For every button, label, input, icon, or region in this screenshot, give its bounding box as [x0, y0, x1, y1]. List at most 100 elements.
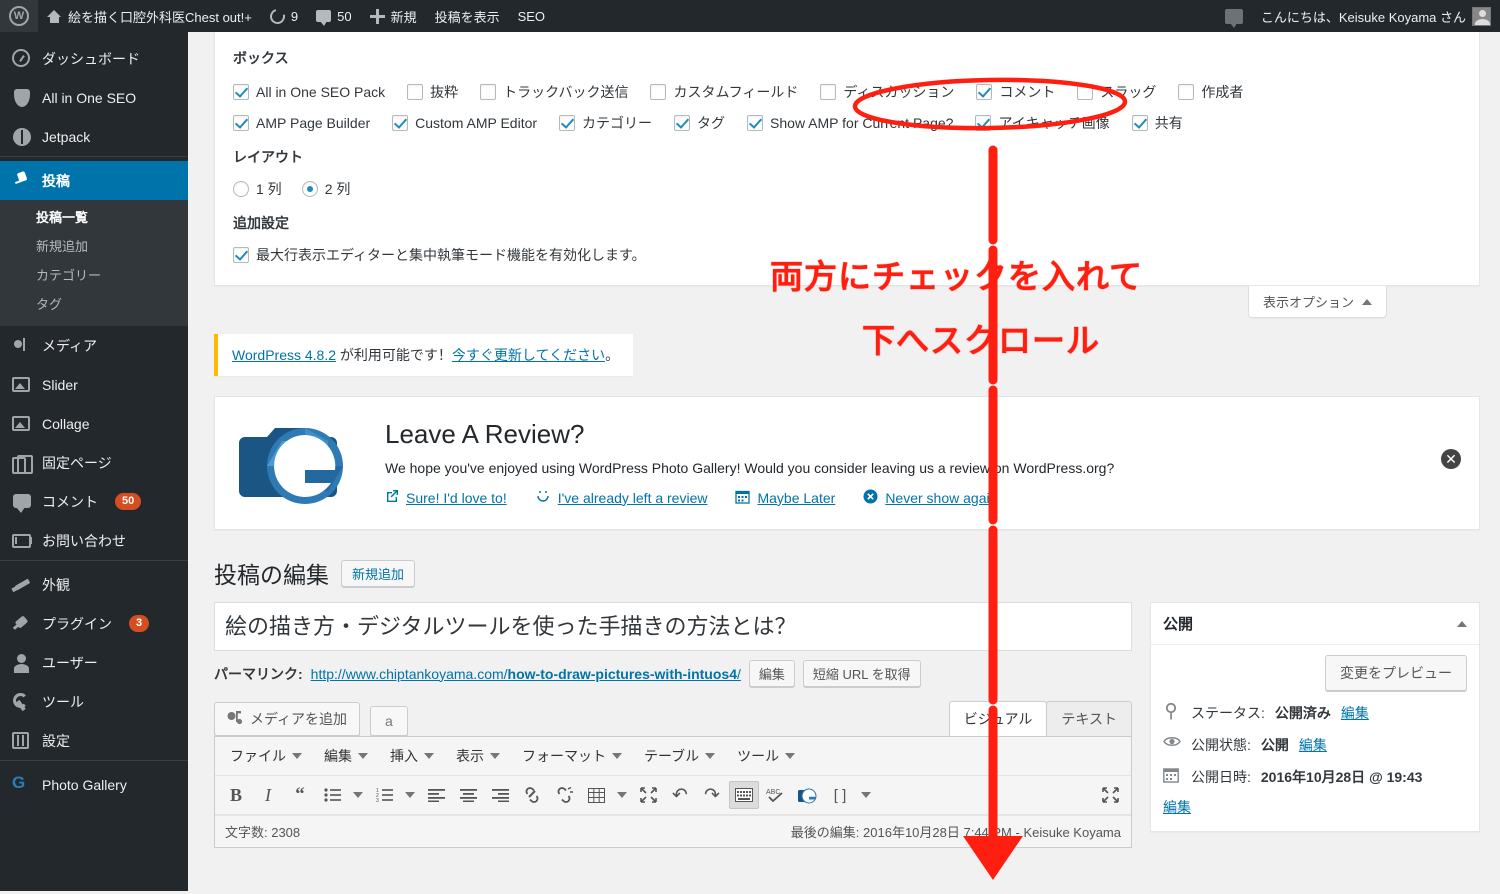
sidebar-item-all-in-one-seo[interactable]: All in One SEO [0, 78, 188, 117]
sidebar-item-media[interactable]: メディア [0, 326, 188, 365]
bullet-list-icon[interactable] [317, 781, 347, 809]
checkbox-slug[interactable]: スラッグ [1077, 82, 1156, 102]
numbered-list-icon[interactable]: 123 [369, 781, 399, 809]
sidebar-item-contact[interactable]: お問い合わせ [0, 521, 188, 560]
menu-view[interactable]: 表示 [445, 742, 511, 770]
sidebar-item-jetpack[interactable]: Jetpack [0, 117, 188, 156]
preview-changes-button[interactable]: 変更をプレビュー [1325, 655, 1467, 691]
radio-two-columns[interactable]: 2 列 [301, 179, 350, 199]
wp-logo-menu[interactable] [0, 0, 38, 32]
checkbox-trackbacks[interactable]: トラックバック送信 [480, 82, 628, 102]
checkbox-tags[interactable]: タグ [674, 113, 725, 133]
sidebar-subitem-all-posts[interactable]: 投稿一覧 [0, 202, 188, 231]
new-content-menu[interactable]: 新規 [361, 0, 426, 32]
checkbox-author[interactable]: 作成者 [1178, 82, 1243, 102]
photo-gallery-icon[interactable] [793, 781, 823, 809]
sidebar-item-appearance[interactable]: 外観 [0, 565, 188, 604]
checkbox-sharing[interactable]: 共有 [1131, 113, 1183, 133]
menu-format[interactable]: フォーマット [511, 742, 633, 770]
checkbox-box[interactable] [233, 115, 249, 131]
edit-permalink-button[interactable]: 編集 [748, 660, 795, 687]
comments-menu[interactable]: 50 [307, 0, 360, 32]
fullscreen-icon[interactable] [633, 781, 663, 809]
blockquote-icon[interactable]: “ [285, 781, 315, 809]
checkbox-box[interactable] [747, 115, 764, 131]
chevron-down-icon[interactable] [401, 781, 419, 809]
sidebar-item-slider[interactable]: Slider [0, 365, 188, 404]
tab-text[interactable]: テキスト [1046, 701, 1132, 736]
align-left-icon[interactable] [421, 781, 451, 809]
screen-options-toggle-button[interactable]: 表示オプション [1247, 286, 1387, 318]
link-icon[interactable] [517, 781, 547, 809]
menu-tools[interactable]: ツール [726, 742, 806, 770]
get-shortlink-button[interactable]: 短縮 URL を取得 [802, 660, 921, 687]
menu-insert[interactable]: 挿入 [379, 742, 445, 770]
publish-date-edit-link[interactable]: 編集 [1163, 797, 1467, 817]
update-version-link[interactable]: WordPress 4.8.2 [232, 347, 336, 363]
checkbox-comments[interactable]: コメント [976, 82, 1055, 102]
sidebar-item-comments[interactable]: コメント 50 [0, 482, 188, 521]
checkbox-excerpt[interactable]: 抜粋 [407, 82, 458, 102]
add-media-button[interactable]: メディアを追加 [214, 702, 361, 736]
status-edit-link[interactable]: 編集 [1341, 703, 1369, 723]
checkbox-box[interactable] [233, 84, 249, 100]
site-name-menu[interactable]: 絵を描く口腔外科医Chest out!+ [38, 0, 261, 32]
sidebar-item-pages[interactable]: 固定ページ [0, 443, 188, 482]
checkbox-box[interactable] [1077, 84, 1094, 100]
italic-icon[interactable]: I [253, 781, 283, 809]
menu-file[interactable]: ファイル [219, 742, 313, 770]
sidebar-item-posts[interactable]: 投稿 [0, 161, 196, 200]
sidebar-item-dashboard[interactable]: ダッシュボード [0, 39, 188, 78]
view-post-link[interactable]: 投稿を表示 [426, 0, 509, 32]
radio-button[interactable] [233, 181, 249, 197]
table-icon[interactable] [581, 781, 611, 809]
sidebar-item-settings[interactable]: 設定 [0, 721, 188, 760]
checkbox-box[interactable] [233, 247, 249, 263]
undo-icon[interactable]: ↶ [665, 781, 695, 809]
distraction-free-icon[interactable] [1095, 781, 1125, 809]
checkbox-box[interactable] [975, 115, 992, 131]
checkbox-box[interactable] [407, 84, 424, 100]
permalink-link[interactable]: http://www.chiptankoyama.com/how-to-draw… [311, 666, 741, 682]
checkbox-all-in-one-seo-pack[interactable]: All in One SEO Pack [233, 84, 385, 100]
sidebar-subitem-add-new[interactable]: 新規追加 [0, 231, 188, 260]
checkbox-box[interactable] [650, 84, 667, 100]
radio-one-column[interactable]: 1 列 [233, 179, 282, 199]
update-now-link[interactable]: 今すぐ更新してください [452, 347, 605, 363]
review-link-never[interactable]: Never show again [863, 489, 997, 507]
checkbox-box[interactable] [559, 115, 576, 131]
review-link-later[interactable]: Maybe Later [735, 489, 835, 507]
chevron-down-icon[interactable] [613, 781, 631, 809]
checkbox-box[interactable] [976, 84, 993, 100]
checkbox-box[interactable] [1178, 84, 1195, 100]
sidebar-subitem-tags[interactable]: タグ [0, 289, 188, 318]
checkbox-discussion[interactable]: ディスカッション [820, 82, 954, 102]
sidebar-item-collage[interactable]: Collage [0, 404, 188, 443]
menu-edit[interactable]: 編集 [313, 742, 379, 770]
visibility-edit-link[interactable]: 編集 [1299, 735, 1327, 755]
radio-button[interactable] [301, 181, 318, 197]
sidebar-item-photo-gallery[interactable]: Photo Gallery [0, 765, 188, 804]
adminbar-comment-bubble[interactable] [1216, 0, 1252, 32]
sidebar-item-tools[interactable]: ツール [0, 682, 188, 721]
checkbox-box[interactable] [392, 115, 409, 131]
amazon-button[interactable]: a [370, 706, 408, 736]
checkbox-custom-fields[interactable]: カスタムフィールド [650, 82, 798, 102]
checkbox-box[interactable] [674, 115, 691, 131]
unlink-icon[interactable] [549, 781, 579, 809]
review-link-sure[interactable]: Sure! I'd love to! [385, 489, 507, 506]
chevron-down-icon[interactable] [857, 781, 875, 809]
checkbox-dfw-editor[interactable]: 最大行表示エディターと集中執筆モード機能を有効化します。 [233, 245, 646, 265]
dismiss-notice-button[interactable]: ✕ [1441, 449, 1461, 469]
align-center-icon[interactable] [453, 781, 483, 809]
redo-icon[interactable]: ↷ [697, 781, 727, 809]
checkbox-box[interactable] [820, 84, 837, 100]
sidebar-subitem-categories[interactable]: カテゴリー [0, 260, 188, 289]
chevron-up-icon[interactable] [1457, 620, 1467, 627]
checkbox-box[interactable] [1131, 115, 1148, 131]
align-right-icon[interactable] [485, 781, 515, 809]
chevron-down-icon[interactable] [349, 781, 367, 809]
post-title-input[interactable] [214, 602, 1132, 651]
sidebar-item-plugins[interactable]: プラグイン 3 [0, 604, 188, 643]
checkbox-custom-amp-editor[interactable]: Custom AMP Editor [392, 115, 537, 131]
